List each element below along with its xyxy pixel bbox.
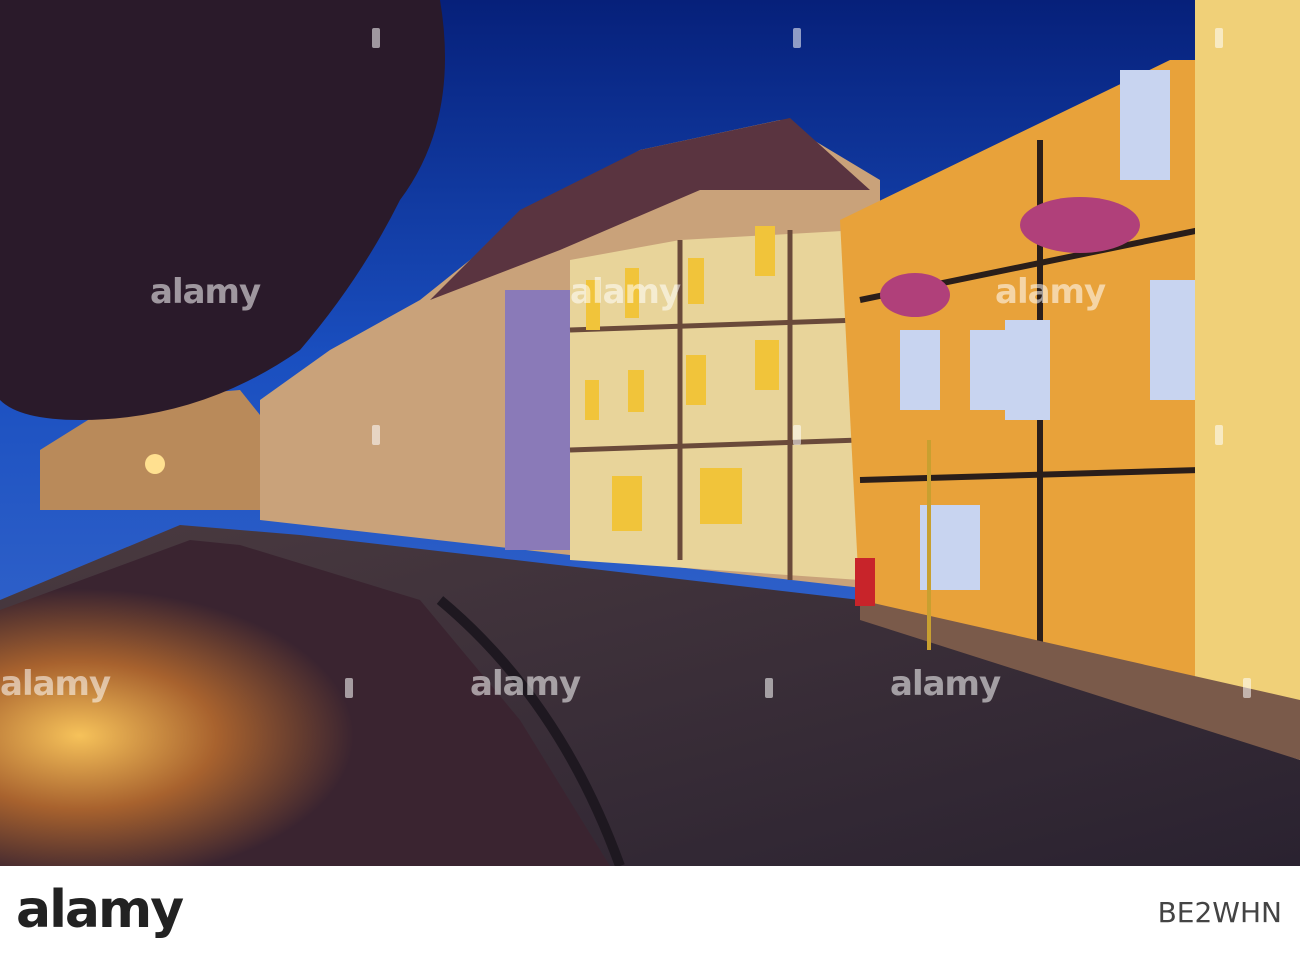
watermark-mark [765, 678, 773, 698]
watermark-6: alamy [890, 664, 1001, 704]
watermark-mark [793, 425, 801, 445]
watermark-2: alamy [570, 272, 681, 312]
watermark-mark [372, 425, 380, 445]
watermark-mark [1215, 28, 1223, 48]
watermark-mark [345, 678, 353, 698]
watermark-1: alamy [150, 272, 261, 312]
watermark-5: alamy [470, 664, 581, 704]
sign-pole [927, 440, 931, 650]
watermark-mark [1243, 678, 1251, 698]
photo-scene [0, 0, 1300, 866]
right-house [1195, 0, 1300, 700]
red-bin [855, 558, 875, 606]
footer-bar: alamy BE2WHN [0, 866, 1300, 956]
watermark-mark [1215, 425, 1223, 445]
street-photo: alamy alamy alamy alamy alamy alamy [0, 0, 1300, 866]
purple-house [505, 290, 570, 550]
watermark-mark [372, 28, 380, 48]
brand-logo: alamy [16, 880, 184, 940]
watermark-4: alamy [0, 664, 111, 704]
street-lamp [145, 454, 165, 474]
watermark-mark [793, 28, 801, 48]
image-id: BE2WHN [1157, 896, 1282, 929]
watermark-3: alamy [995, 272, 1106, 312]
